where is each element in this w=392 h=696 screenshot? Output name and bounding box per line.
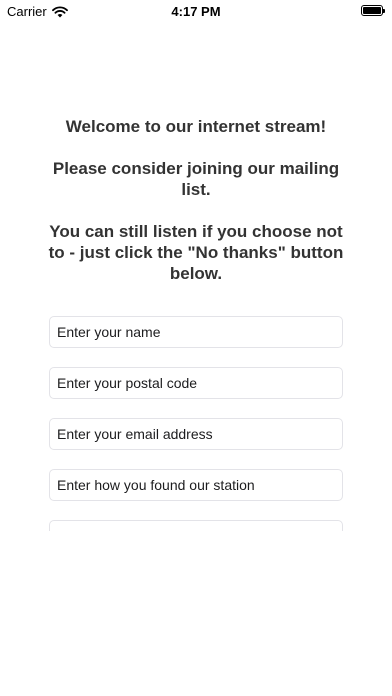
email-input[interactable] [49,418,343,450]
status-time: 4:17 PM [171,4,221,19]
mailing-list-prompt: Please consider joining our mailing list… [52,159,340,199]
postal-code-input[interactable] [49,367,343,399]
welcome-message: Welcome to our internet stream! Please c… [40,116,352,284]
signup-form[interactable] [0,300,392,531]
status-bar: Carrier 4:17 PM [0,0,392,22]
name-input[interactable] [49,316,343,348]
battery-icon [361,5,385,16]
station-source-input[interactable] [49,469,343,501]
no-thanks-hint: You can still listen if you choose not t… [48,222,344,283]
partial-input[interactable] [49,520,343,531]
welcome-heading: Welcome to our internet stream! [65,117,327,136]
